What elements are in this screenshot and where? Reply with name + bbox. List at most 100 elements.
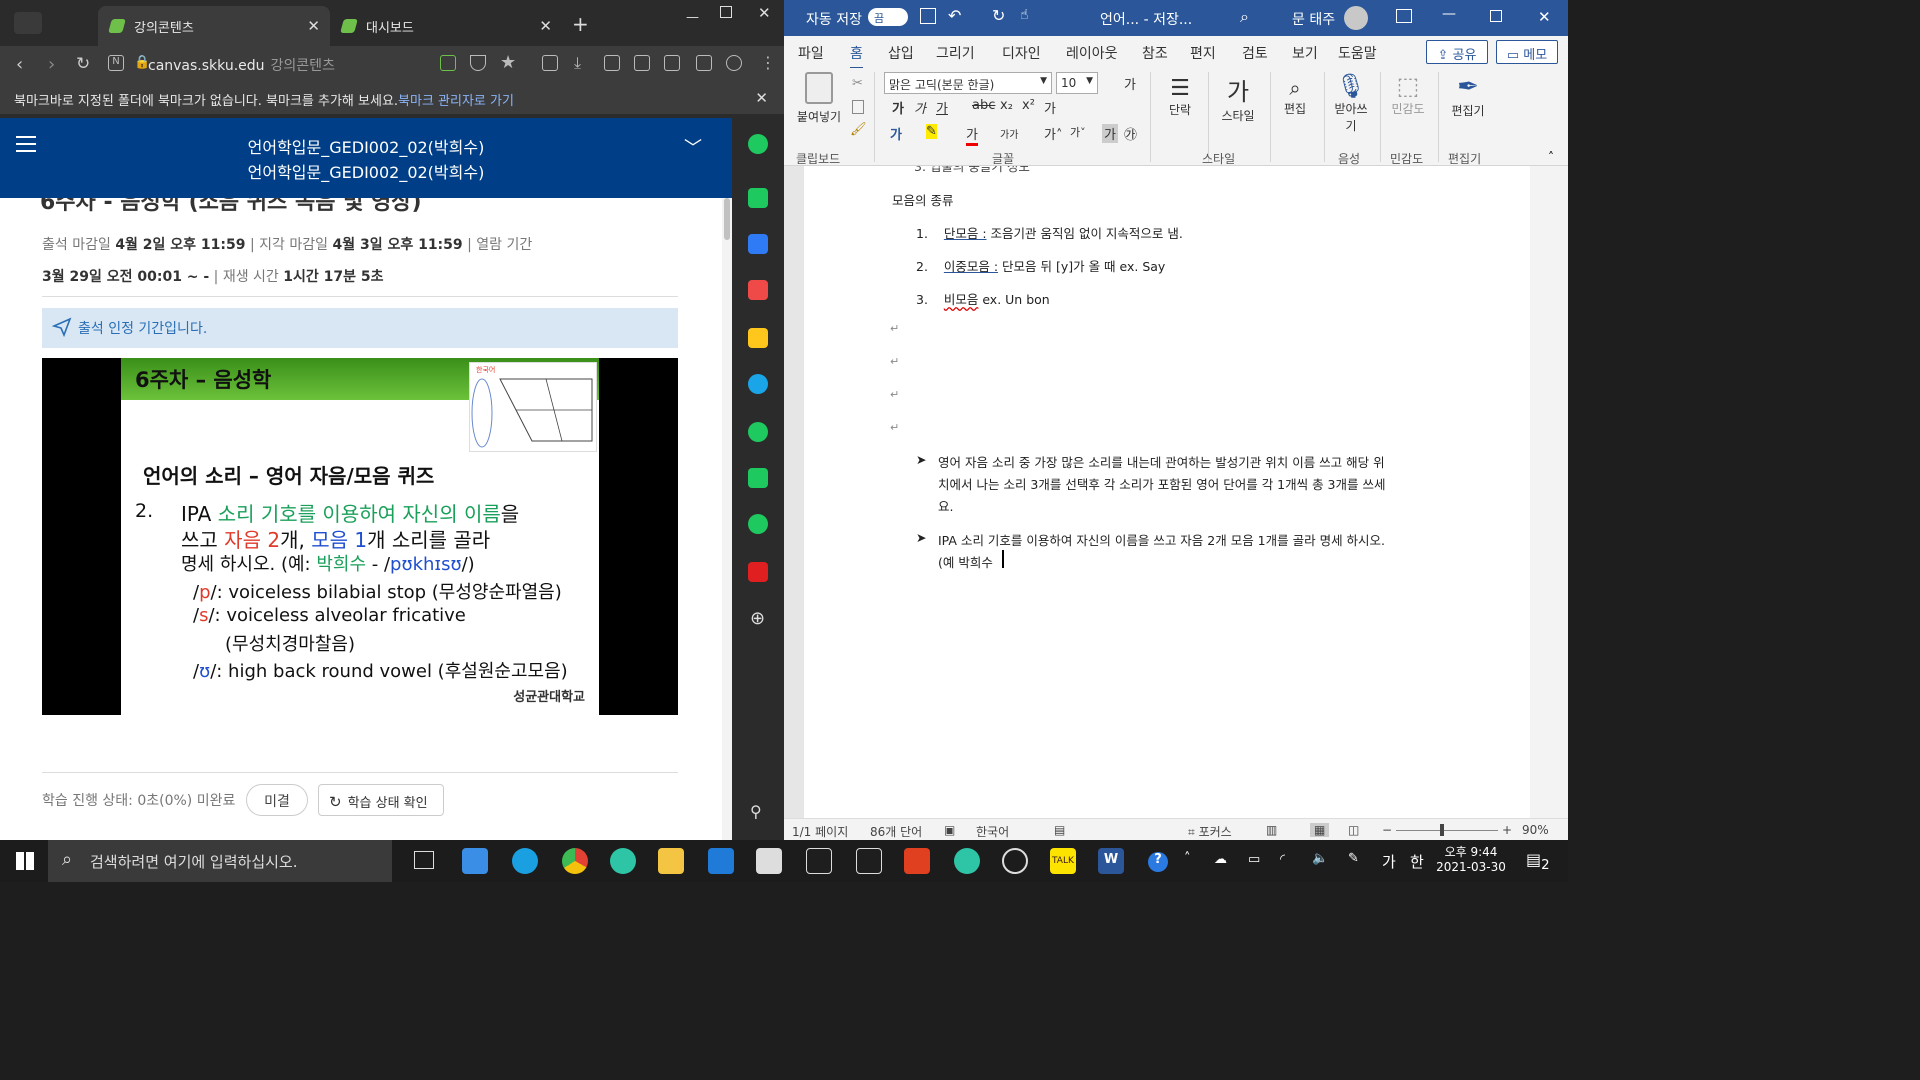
close-window-icon[interactable]: ✕	[758, 4, 771, 22]
notification-icon[interactable]	[748, 188, 768, 208]
tab-review[interactable]: 검토	[1242, 43, 1268, 63]
translate-icon[interactable]	[748, 374, 768, 394]
status-badge[interactable]: 미결	[246, 784, 308, 816]
cloud-icon[interactable]: ☁	[1214, 852, 1227, 867]
search-icon[interactable]: ⌕	[1240, 7, 1249, 27]
language[interactable]: 한국어	[976, 823, 1009, 840]
close-tab-icon[interactable]: ✕	[307, 17, 320, 35]
clear-format-icon[interactable]: 가	[1124, 74, 1136, 93]
clock[interactable]: 오후 9:44 2021-03-30	[1434, 843, 1508, 874]
word-icon[interactable]: W	[1098, 848, 1124, 874]
tab-dashboard[interactable]: 대시보드 ✕	[330, 6, 562, 46]
windows-start-icon[interactable]	[16, 852, 34, 870]
styles-button[interactable]: 가 스타일	[1216, 72, 1260, 124]
vscode-icon[interactable]	[708, 848, 734, 874]
editing-button[interactable]: ⌕ 편집	[1278, 76, 1312, 117]
italic-icon[interactable]: 가	[914, 98, 926, 117]
maximize-icon[interactable]	[1490, 10, 1502, 22]
tab-view[interactable]: 보기	[1292, 43, 1318, 63]
comments-button[interactable]: ▭ 메모	[1496, 40, 1558, 64]
tab-references[interactable]: 참조	[1142, 43, 1168, 63]
tab-mailings[interactable]: 편지	[1190, 43, 1216, 63]
whale-icon-2[interactable]	[954, 848, 980, 874]
zoom-level[interactable]: 90%	[1522, 823, 1549, 837]
tab-home[interactable]: 홈	[850, 43, 863, 69]
download-icon[interactable]: ⤓	[574, 53, 581, 73]
dictate-button[interactable]: 🎙 받아쓰기	[1330, 72, 1372, 134]
char-border-icon[interactable]: 가	[1102, 124, 1118, 143]
strikethrough-icon[interactable]: abc	[972, 98, 995, 113]
cut-icon[interactable]: ✂	[852, 76, 863, 91]
editor-button[interactable]: ✒ 편집기	[1448, 72, 1488, 119]
twitter-tab-icon[interactable]	[14, 12, 42, 34]
tab-draw[interactable]: 그리기	[936, 43, 975, 63]
tab-file[interactable]: 파일	[798, 43, 824, 63]
now-icon[interactable]	[748, 562, 768, 582]
edge-icon[interactable]	[512, 848, 538, 874]
webtoon-icon[interactable]	[748, 468, 768, 488]
reading-list-icon[interactable]	[542, 55, 558, 71]
new-tab-button[interactable]: +	[572, 12, 589, 36]
minimize-icon[interactable]: —	[1442, 6, 1456, 22]
chat-icon[interactable]	[748, 514, 768, 534]
bookmark-manager-link[interactable]: 북마크 관리자로 가기	[398, 94, 514, 109]
superscript-icon[interactable]: x²	[1022, 98, 1035, 113]
avatar[interactable]	[1344, 6, 1368, 30]
close-bookmark-bar-icon[interactable]: ✕	[755, 89, 768, 107]
print-layout-icon[interactable]: ▦	[1310, 823, 1330, 837]
pocket-icon[interactable]	[748, 280, 768, 300]
forward-icon[interactable]: ›	[48, 54, 55, 75]
toolbox-icon[interactable]	[748, 234, 768, 254]
tab-design[interactable]: 디자인	[1002, 43, 1041, 63]
web-layout-icon[interactable]: ◫	[1348, 823, 1359, 837]
chrome-icon[interactable]	[562, 848, 588, 874]
redo-icon[interactable]: ↻	[992, 6, 1005, 25]
chevron-down-icon[interactable]: ﹀	[684, 134, 702, 160]
taskbar-search[interactable]: ⌕ 검색하려면 여기에 입력하십시오.	[48, 840, 392, 882]
shrink-font-icon[interactable]: 가˅	[1070, 124, 1086, 140]
font-color-icon[interactable]: 가	[966, 124, 978, 146]
add-icon[interactable]: ⊕	[750, 608, 765, 629]
naver-icon[interactable]: N	[108, 55, 124, 71]
zoom-out-icon[interactable]: −	[1382, 823, 1392, 837]
check-status-button[interactable]: ↻ 학습 상태 확인	[318, 784, 444, 816]
page-count[interactable]: 1/1 페이지	[792, 823, 848, 840]
url-field[interactable]: canvas.skku.edu 강의콘텐츠	[148, 55, 335, 75]
chevron-up-icon[interactable]: ˄	[1184, 851, 1191, 866]
copy-icon[interactable]	[852, 100, 864, 114]
tab-course-content[interactable]: 강의콘텐츠 ✕	[98, 6, 330, 46]
char-shading-icon[interactable]: 가가	[1000, 126, 1018, 141]
undo-icon[interactable]: ↶	[948, 6, 961, 25]
bold-icon[interactable]: 가	[892, 98, 904, 117]
share-button[interactable]: ⇪ 공유	[1426, 40, 1488, 64]
store-icon[interactable]	[756, 848, 782, 874]
settings-icon[interactable]	[1002, 848, 1028, 874]
accessibility-icon[interactable]: ▤	[1054, 823, 1065, 837]
tab-insert[interactable]: 삽입	[888, 43, 914, 63]
menu-icon[interactable]: ⋮	[760, 53, 776, 72]
shield-icon[interactable]	[470, 55, 486, 71]
play-icon[interactable]	[748, 422, 768, 442]
sidebar-icon[interactable]	[696, 55, 712, 71]
kakaotalk-icon[interactable]: TALK	[1050, 848, 1076, 874]
proofing-icon[interactable]: ▣	[944, 823, 955, 837]
maximize-icon[interactable]	[720, 6, 732, 18]
mail-icon[interactable]	[462, 848, 488, 874]
file-explorer-icon[interactable]	[658, 848, 684, 874]
volume-icon[interactable]: 🔈	[1312, 851, 1328, 866]
camera-icon[interactable]	[634, 55, 650, 71]
favorites-icon[interactable]	[748, 328, 768, 348]
whale-icon[interactable]	[610, 848, 636, 874]
font-size-select[interactable]: 10 ▼	[1056, 72, 1098, 94]
ime-indicator[interactable]: 가	[1382, 851, 1396, 872]
wifi-icon[interactable]: ◜	[1280, 852, 1285, 867]
format-painter-icon[interactable]: 🖌	[850, 122, 867, 137]
close-window-icon[interactable]: ✕	[1538, 8, 1551, 26]
task-view-icon[interactable]	[414, 851, 434, 869]
scrollbar[interactable]	[722, 198, 732, 840]
ime-mode[interactable]: 한	[1410, 851, 1424, 872]
font-name-select[interactable]: 맑은 고딕(본문 한글) ▼	[884, 72, 1052, 94]
autosave-toggle[interactable]: 끔	[868, 8, 908, 26]
text-effects-icon[interactable]: 가	[890, 124, 902, 143]
star-icon[interactable]: ★	[500, 52, 516, 73]
